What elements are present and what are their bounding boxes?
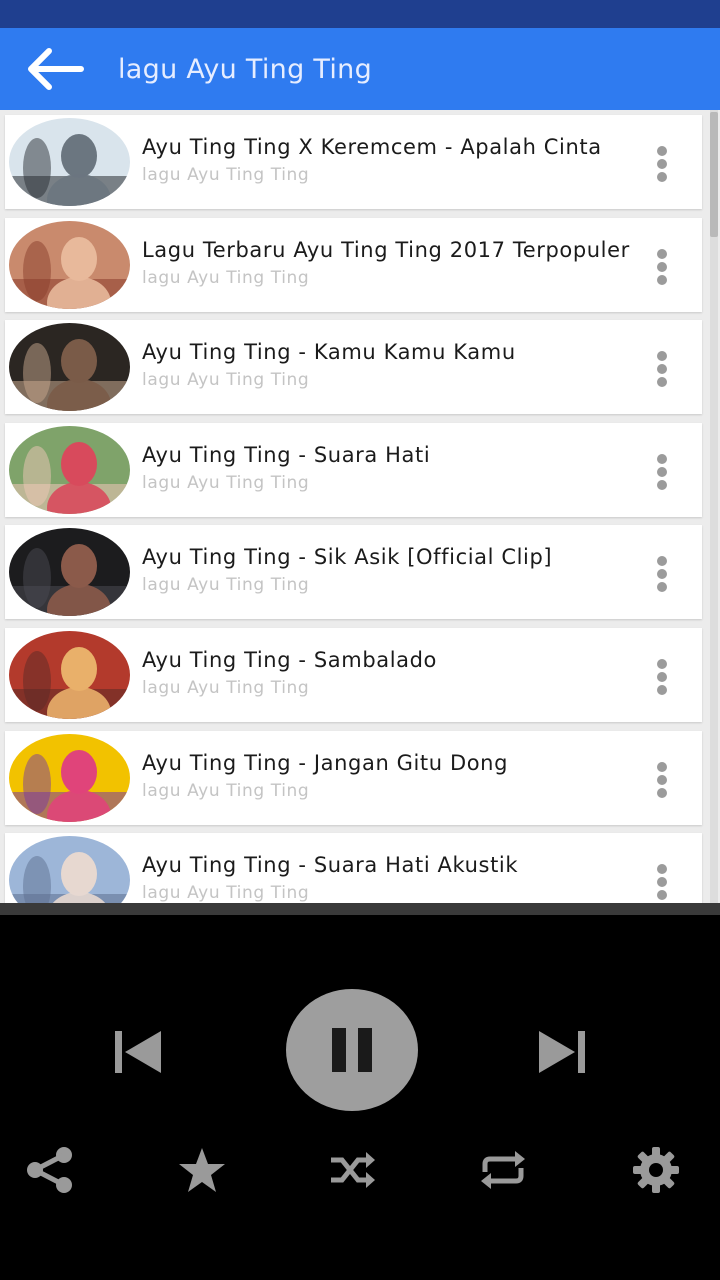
more-vertical-icon-dot [657, 582, 667, 592]
more-options-button[interactable] [645, 550, 679, 598]
thumbnail-image [9, 528, 130, 616]
song-list[interactable]: Ayu Ting Ting X Keremcem - Apalah Cinta l… [0, 110, 720, 903]
share-icon [27, 1147, 72, 1193]
more-vertical-icon-dot [657, 890, 667, 900]
more-vertical-icon-dot [657, 377, 667, 387]
song-title: Ayu Ting Ting - Jangan Gitu Dong [142, 751, 509, 775]
list-item[interactable]: Ayu Ting Ting - Sik Asik [Official Clip]… [5, 525, 702, 619]
more-vertical-icon-dot [657, 262, 667, 272]
more-vertical-icon-dot [657, 659, 667, 669]
repeat-button[interactable] [476, 1147, 530, 1193]
shuffle-icon [331, 1152, 375, 1188]
thumbnail-image [9, 221, 130, 309]
pause-button[interactable] [286, 989, 418, 1111]
more-vertical-icon-dot [657, 685, 667, 695]
more-options-button[interactable] [645, 345, 679, 393]
more-options-button[interactable] [645, 756, 679, 804]
more-vertical-icon-dot [657, 788, 667, 798]
previous-button[interactable] [108, 1025, 168, 1079]
more-vertical-icon-dot [657, 351, 667, 361]
more-vertical-icon-dot [657, 480, 667, 490]
list-item[interactable]: Lagu Terbaru Ayu Ting Ting 2017 Terpopul… [5, 218, 702, 312]
thumbnail-image [9, 426, 130, 514]
song-title: Ayu Ting Ting - Sik Asik [Official Clip] [142, 545, 553, 569]
more-vertical-icon-dot [657, 364, 667, 374]
thumbnail-image [9, 734, 130, 822]
more-vertical-icon-dot [657, 249, 667, 259]
pause-icon [332, 1028, 372, 1072]
list-item[interactable]: Ayu Ting Ting - Suara Hati lagu Ayu Ting … [5, 423, 702, 517]
more-options-button[interactable] [645, 243, 679, 291]
thumbnail-image [9, 323, 130, 411]
more-vertical-icon-dot [657, 762, 667, 772]
page-title: lagu Ayu Ting Ting [118, 53, 373, 85]
more-vertical-icon-dot [657, 672, 667, 682]
more-options-button[interactable] [645, 653, 679, 701]
more-vertical-icon-dot [657, 864, 667, 874]
more-vertical-icon-dot [657, 172, 667, 182]
thumbnail-image [9, 118, 130, 206]
more-vertical-icon-dot [657, 275, 667, 285]
repeat-icon [481, 1151, 525, 1189]
arrow-left-icon [28, 48, 84, 90]
more-vertical-icon-dot [657, 556, 667, 566]
app-bar: lagu Ayu Ting Ting [0, 28, 720, 110]
more-vertical-icon-dot [657, 569, 667, 579]
song-title: Lagu Terbaru Ayu Ting Ting 2017 Terpopul… [142, 238, 630, 262]
more-options-button[interactable] [645, 140, 679, 188]
list-item[interactable]: Ayu Ting Ting X Keremcem - Apalah Cinta l… [5, 115, 702, 209]
more-vertical-icon-dot [657, 775, 667, 785]
status-bar [0, 0, 720, 28]
gear-icon [633, 1147, 679, 1193]
more-vertical-icon-dot [657, 467, 667, 477]
previous-icon [115, 1031, 161, 1073]
list-item[interactable]: Ayu Ting Ting - Jangan Gitu Dong lagu Ayu… [5, 731, 702, 825]
song-subtitle: lagu Ayu Ting Ting [142, 575, 310, 595]
share-button[interactable] [22, 1143, 78, 1197]
more-vertical-icon-dot [657, 159, 667, 169]
list-item[interactable]: Ayu Ting Ting - Suara Hati Akustik lagu A… [5, 833, 702, 903]
song-subtitle: lagu Ayu Ting Ting [142, 678, 310, 698]
song-subtitle: lagu Ayu Ting Ting [142, 473, 310, 493]
player-divider [0, 903, 720, 915]
more-vertical-icon-dot [657, 146, 667, 156]
more-vertical-icon-dot [657, 454, 667, 464]
star-icon [179, 1148, 225, 1192]
song-title: Ayu Ting Ting - Suara Hati Akustik [142, 853, 519, 877]
song-subtitle: lagu Ayu Ting Ting [142, 268, 310, 288]
song-title: Ayu Ting Ting - Kamu Kamu Kamu [142, 340, 516, 364]
thumbnail-image [9, 836, 130, 903]
song-subtitle: lagu Ayu Ting Ting [142, 370, 310, 390]
thumbnail-image [9, 631, 130, 719]
more-vertical-icon-dot [657, 877, 667, 887]
song-subtitle: lagu Ayu Ting Ting [142, 883, 310, 903]
favorite-button[interactable] [174, 1143, 230, 1197]
song-title: Ayu Ting Ting - Sambalado [142, 648, 438, 672]
list-item[interactable]: Ayu Ting Ting - Sambalado lagu Ayu Ting T… [5, 628, 702, 722]
scrollbar-thumb[interactable] [710, 112, 718, 237]
next-button[interactable] [532, 1025, 592, 1079]
next-icon [539, 1031, 585, 1073]
song-title: Ayu Ting Ting - Suara Hati [142, 443, 431, 467]
song-title: Ayu Ting Ting X Keremcem - Apalah Cinta [142, 135, 602, 159]
player-panel [0, 903, 720, 1280]
settings-button[interactable] [628, 1143, 684, 1197]
more-options-button[interactable] [645, 858, 679, 903]
back-button[interactable] [0, 28, 110, 110]
song-subtitle: lagu Ayu Ting Ting [142, 165, 310, 185]
list-item[interactable]: Ayu Ting Ting - Kamu Kamu Kamu lagu Ayu T… [5, 320, 702, 414]
shuffle-button[interactable] [326, 1147, 378, 1193]
more-options-button[interactable] [645, 448, 679, 496]
song-subtitle: lagu Ayu Ting Ting [142, 781, 310, 801]
